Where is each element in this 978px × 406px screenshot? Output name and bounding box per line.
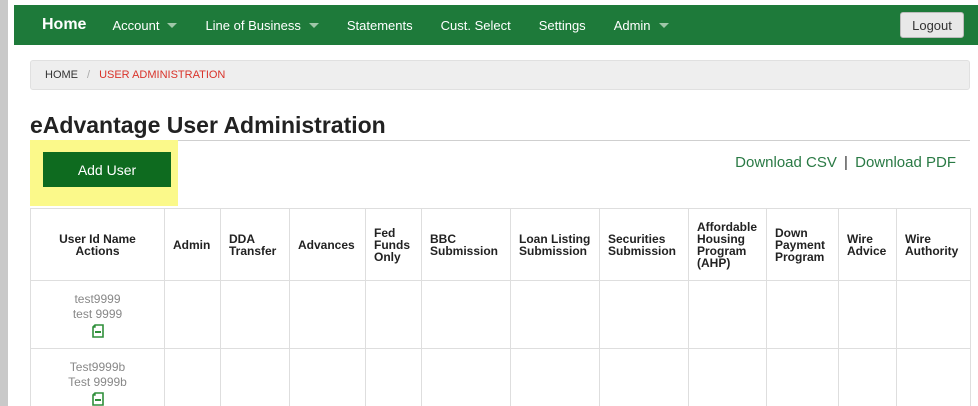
- loan-listing-submission-cell: [510, 280, 600, 349]
- nav-line-of-business-label: Line of Business: [205, 17, 301, 33]
- securities-submission-cell: [599, 348, 689, 406]
- edit-document-icon[interactable]: [91, 391, 104, 406]
- nav-admin-label: Admin: [613, 17, 651, 33]
- bbc-submission-cell: [421, 348, 511, 406]
- nav-admin-menu[interactable]: Admin: [614, 18, 669, 33]
- wire-authority-cell: [896, 280, 971, 349]
- dda-transfer-cell: [220, 348, 290, 406]
- user-cell: test9999 test 9999: [30, 280, 165, 349]
- advances-cell: [289, 348, 366, 406]
- nav-account-label: Account: [112, 17, 160, 33]
- users-table: User Id Name Actions Admin DDA Transfer …: [30, 208, 971, 406]
- breadcrumb-current: USER ADMINISTRATION: [99, 69, 226, 81]
- nav-home-link[interactable]: Home: [42, 16, 86, 34]
- user-id: test9999: [74, 291, 121, 306]
- column-header-admin: Admin: [164, 208, 221, 281]
- down-payment-program-cell: [766, 280, 839, 349]
- table-header-row: User Id Name Actions Admin DDA Transfer …: [30, 208, 971, 281]
- column-header-dda-transfer: DDA Transfer: [220, 208, 290, 281]
- download-csv-link[interactable]: Download CSV: [735, 154, 837, 171]
- edit-document-icon[interactable]: [91, 323, 104, 338]
- securities-submission-cell: [599, 280, 689, 349]
- loan-listing-submission-cell: [510, 348, 600, 406]
- column-header-wire-authority: Wire Authority: [896, 208, 971, 281]
- dda-transfer-cell: [220, 280, 290, 349]
- top-navbar: Home Account Line of Business Statements…: [14, 5, 978, 45]
- add-user-button[interactable]: Add User: [43, 152, 171, 187]
- down-payment-program-cell: [766, 348, 839, 406]
- page-title: eAdvantage User Administration: [30, 112, 386, 138]
- column-header-advances: Advances: [289, 208, 366, 281]
- column-header-wire-advice: Wire Advice: [838, 208, 897, 281]
- fed-funds-only-cell: [365, 348, 422, 406]
- admin-cell: [164, 280, 221, 349]
- user-name: test 9999: [72, 306, 123, 321]
- ahp-cell: [688, 348, 767, 406]
- logout-button[interactable]: Logout: [900, 12, 964, 38]
- admin-cell: [164, 348, 221, 406]
- user-cell: Test9999b Test 9999b: [30, 348, 165, 406]
- wire-advice-cell: [838, 348, 897, 406]
- fed-funds-only-cell: [365, 280, 422, 349]
- user-name: Test 9999b: [68, 374, 127, 389]
- chevron-down-icon: [308, 22, 319, 28]
- table-row: Test9999b Test 9999b: [30, 348, 971, 406]
- breadcrumb: HOME / USER ADMINISTRATION: [30, 60, 970, 90]
- download-pdf-link[interactable]: Download PDF: [855, 154, 956, 171]
- table-row: test9999 test 9999: [30, 280, 971, 349]
- column-header-user: User Id Name Actions: [30, 208, 165, 281]
- column-header-down-payment-program: Down Payment Program: [766, 208, 839, 281]
- column-header-securities-submission: Securities Submission: [599, 208, 689, 281]
- user-id: Test9999b: [69, 359, 126, 374]
- left-border: [0, 0, 8, 406]
- column-header-fed-funds-only: Fed Funds Only: [365, 208, 422, 281]
- download-links: Download CSV | Download PDF: [735, 154, 956, 171]
- nav-statements-link[interactable]: Statements: [347, 18, 413, 33]
- nav-account-menu[interactable]: Account: [112, 17, 178, 33]
- nav-line-of-business-menu[interactable]: Line of Business: [205, 17, 319, 33]
- chevron-down-icon: [167, 22, 178, 28]
- chevron-down-icon: [658, 22, 669, 28]
- nav-settings-link[interactable]: Settings: [539, 18, 586, 33]
- breadcrumb-home-link[interactable]: HOME: [45, 69, 78, 81]
- download-separator: |: [844, 154, 848, 171]
- advances-cell: [289, 280, 366, 349]
- breadcrumb-separator: /: [87, 69, 91, 81]
- wire-advice-cell: [838, 280, 897, 349]
- column-header-bbc-submission: BBC Submission: [421, 208, 511, 281]
- bbc-submission-cell: [421, 280, 511, 349]
- wire-authority-cell: [896, 348, 971, 406]
- column-header-loan-listing-submission: Loan Listing Submission: [510, 208, 600, 281]
- nav-cust-select-link[interactable]: Cust. Select: [441, 18, 511, 33]
- ahp-cell: [688, 280, 767, 349]
- column-header-ahp: Affordable Housing Program (AHP): [688, 208, 767, 281]
